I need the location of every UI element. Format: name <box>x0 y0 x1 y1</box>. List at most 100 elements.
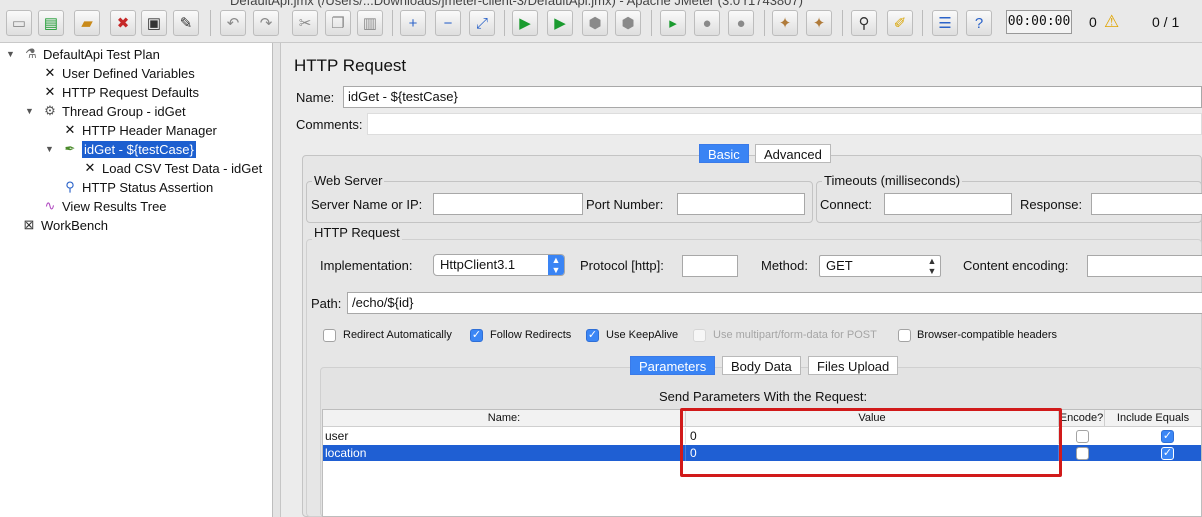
copy-icon[interactable]: ❐ <box>325 10 351 36</box>
response-label: Response: <box>1020 197 1083 212</box>
tree-node-http-request-defaults[interactable]: ✕ HTTP Request Defaults <box>41 83 200 101</box>
test-plan-tree: ▼ ⚗ DefaultApi Test Plan ✕ User Defined … <box>0 43 273 517</box>
protocol-label: Protocol [http]: <box>580 258 664 273</box>
remote-stop-icon[interactable]: ● <box>728 10 754 36</box>
redirect-auto-label: Redirect Automatically <box>343 329 452 341</box>
undo-icon[interactable]: ↶ <box>220 10 246 36</box>
tools-icon: ✕ <box>64 122 76 137</box>
toggle-icon[interactable]: ⤢ <box>469 10 495 36</box>
name-field[interactable]: idGet - ${testCase} <box>343 86 1202 108</box>
open-icon[interactable]: ▰ <box>74 10 100 36</box>
column-header-name[interactable]: Name: <box>323 410 686 427</box>
search-icon[interactable]: ⚲ <box>851 10 877 36</box>
keepalive-checkbox[interactable]: ✓ <box>586 329 599 342</box>
tree-node-label: Load CSV Test Data - idGet <box>102 160 263 176</box>
server-field[interactable] <box>433 193 583 215</box>
encoding-field[interactable] <box>1087 255 1202 277</box>
tree-node-http-request-selected[interactable]: ✒ idGet - ${testCase} <box>61 140 196 158</box>
redo-icon[interactable]: ↷ <box>253 10 279 36</box>
encode-checkbox[interactable] <box>1076 430 1089 443</box>
toolbar-separator <box>764 10 765 36</box>
toolbar-separator <box>842 10 843 36</box>
comments-field[interactable] <box>367 113 1202 135</box>
encode-checkbox[interactable] <box>1076 447 1089 460</box>
expand-toggle[interactable]: ▼ <box>25 106 34 116</box>
chevron-updown-icon: ▲ ▼ <box>927 256 937 276</box>
tree-node-thread-group[interactable]: ⚙ Thread Group - idGet <box>41 102 185 120</box>
cell-name[interactable]: location <box>323 445 686 461</box>
highlight-annotation <box>680 408 1062 477</box>
new-icon[interactable]: ▭ <box>6 10 32 36</box>
path-field[interactable]: /echo/${id} <box>347 292 1202 314</box>
name-label: Name: <box>296 90 335 105</box>
expand-toggle[interactable]: ▼ <box>6 49 15 59</box>
chart-icon: ∿ <box>44 198 56 213</box>
pipette-icon: ✒ <box>64 141 76 156</box>
expand-icon[interactable]: + <box>400 10 426 36</box>
tree-node-status-assertion[interactable]: ⚲ HTTP Status Assertion <box>61 178 213 196</box>
implementation-select[interactable]: HttpClient3.1 ▲ ▼ <box>433 254 565 276</box>
tools-icon: ✕ <box>44 84 56 99</box>
collapse-icon[interactable]: − <box>435 10 461 36</box>
tab-files-upload[interactable]: Files Upload <box>808 356 899 375</box>
save-as-icon[interactable]: ✎ <box>173 10 199 36</box>
close-icon[interactable]: ✖ <box>110 10 136 36</box>
web-server-legend: Web Server <box>312 173 385 188</box>
remote-start-all-icon[interactable]: ● <box>694 10 720 36</box>
cell-name[interactable]: user <box>323 428 686 444</box>
clear-all-icon[interactable]: ✦ <box>806 10 832 36</box>
browser-headers-checkbox[interactable] <box>898 329 911 342</box>
warning-icon[interactable]: ⚠ <box>1104 12 1119 32</box>
method-value: GET <box>826 258 853 273</box>
templates-icon[interactable]: ▤ <box>38 10 64 36</box>
start-icon[interactable]: ▶ <box>512 10 538 36</box>
protocol-field[interactable] <box>682 255 738 277</box>
stop-icon[interactable]: ⬢ <box>582 10 608 36</box>
expand-toggle[interactable]: ▼ <box>45 144 54 154</box>
include-equals-checkbox[interactable]: ✓ <box>1161 430 1174 443</box>
include-equals-checkbox[interactable]: ✓ <box>1161 447 1174 460</box>
tab-advanced[interactable]: Advanced <box>755 144 831 163</box>
follow-redirects-label: Follow Redirects <box>490 329 572 341</box>
shutdown-icon[interactable]: ⬢ <box>615 10 641 36</box>
toolbar-separator <box>210 10 211 36</box>
method-select[interactable]: GET ▲ ▼ <box>819 255 941 277</box>
splitter[interactable] <box>273 43 281 517</box>
help-icon[interactable]: ? <box>966 10 992 36</box>
tab-body-data[interactable]: Body Data <box>722 356 801 375</box>
active-threads: 0 / 1 <box>1152 14 1180 30</box>
port-field[interactable] <box>677 193 805 215</box>
column-header-include-equals[interactable]: Include Equals <box>1105 410 1201 427</box>
tree-node-test-plan[interactable]: ⚗ DefaultApi Test Plan <box>22 45 160 63</box>
paste-icon[interactable]: ▥ <box>357 10 383 36</box>
timeouts-legend: Timeouts (milliseconds) <box>822 173 963 188</box>
function-helper-icon[interactable]: ☰ <box>932 10 958 36</box>
save-icon[interactable]: ▣ <box>141 10 167 36</box>
multipart-label: Use multipart/form-data for POST <box>713 329 877 341</box>
tree-node-header-manager[interactable]: ✕ HTTP Header Manager <box>61 121 217 139</box>
params-caption: Send Parameters With the Request: <box>659 389 868 404</box>
chevron-updown-icon: ▲ ▼ <box>548 255 564 275</box>
multipart-checkbox[interactable] <box>693 329 706 342</box>
tree-node-results-tree[interactable]: ∿ View Results Tree <box>41 197 167 215</box>
tab-parameters[interactable]: Parameters <box>630 356 716 375</box>
connect-label: Connect: <box>820 197 873 212</box>
tree-node-label: DefaultApi Test Plan <box>43 46 160 62</box>
remote-start-icon[interactable]: ▸ <box>660 10 686 36</box>
follow-redirects-checkbox[interactable]: ✓ <box>470 329 483 342</box>
encoding-label: Content encoding: <box>963 258 1069 273</box>
reset-search-icon[interactable]: ✐ <box>887 10 913 36</box>
tree-node-workbench[interactable]: ⊠ WorkBench <box>20 216 108 234</box>
connect-field[interactable] <box>884 193 1012 215</box>
start-no-pause-icon[interactable]: ▶ <box>547 10 573 36</box>
tree-node-csv-data[interactable]: ✕ Load CSV Test Data - idGet <box>81 159 263 177</box>
tree-node-user-defined-variables[interactable]: ✕ User Defined Variables <box>41 64 195 82</box>
implementation-value: HttpClient3.1 <box>440 257 516 272</box>
cut-icon[interactable]: ✂ <box>292 10 318 36</box>
redirect-auto-checkbox[interactable] <box>323 329 336 342</box>
tab-basic[interactable]: Basic <box>699 144 749 163</box>
clear-icon[interactable]: ✦ <box>772 10 798 36</box>
column-header-encode[interactable]: Encode? <box>1059 410 1105 427</box>
elapsed-timer: 00:00:00 <box>1006 10 1072 34</box>
response-field[interactable] <box>1091 193 1202 215</box>
